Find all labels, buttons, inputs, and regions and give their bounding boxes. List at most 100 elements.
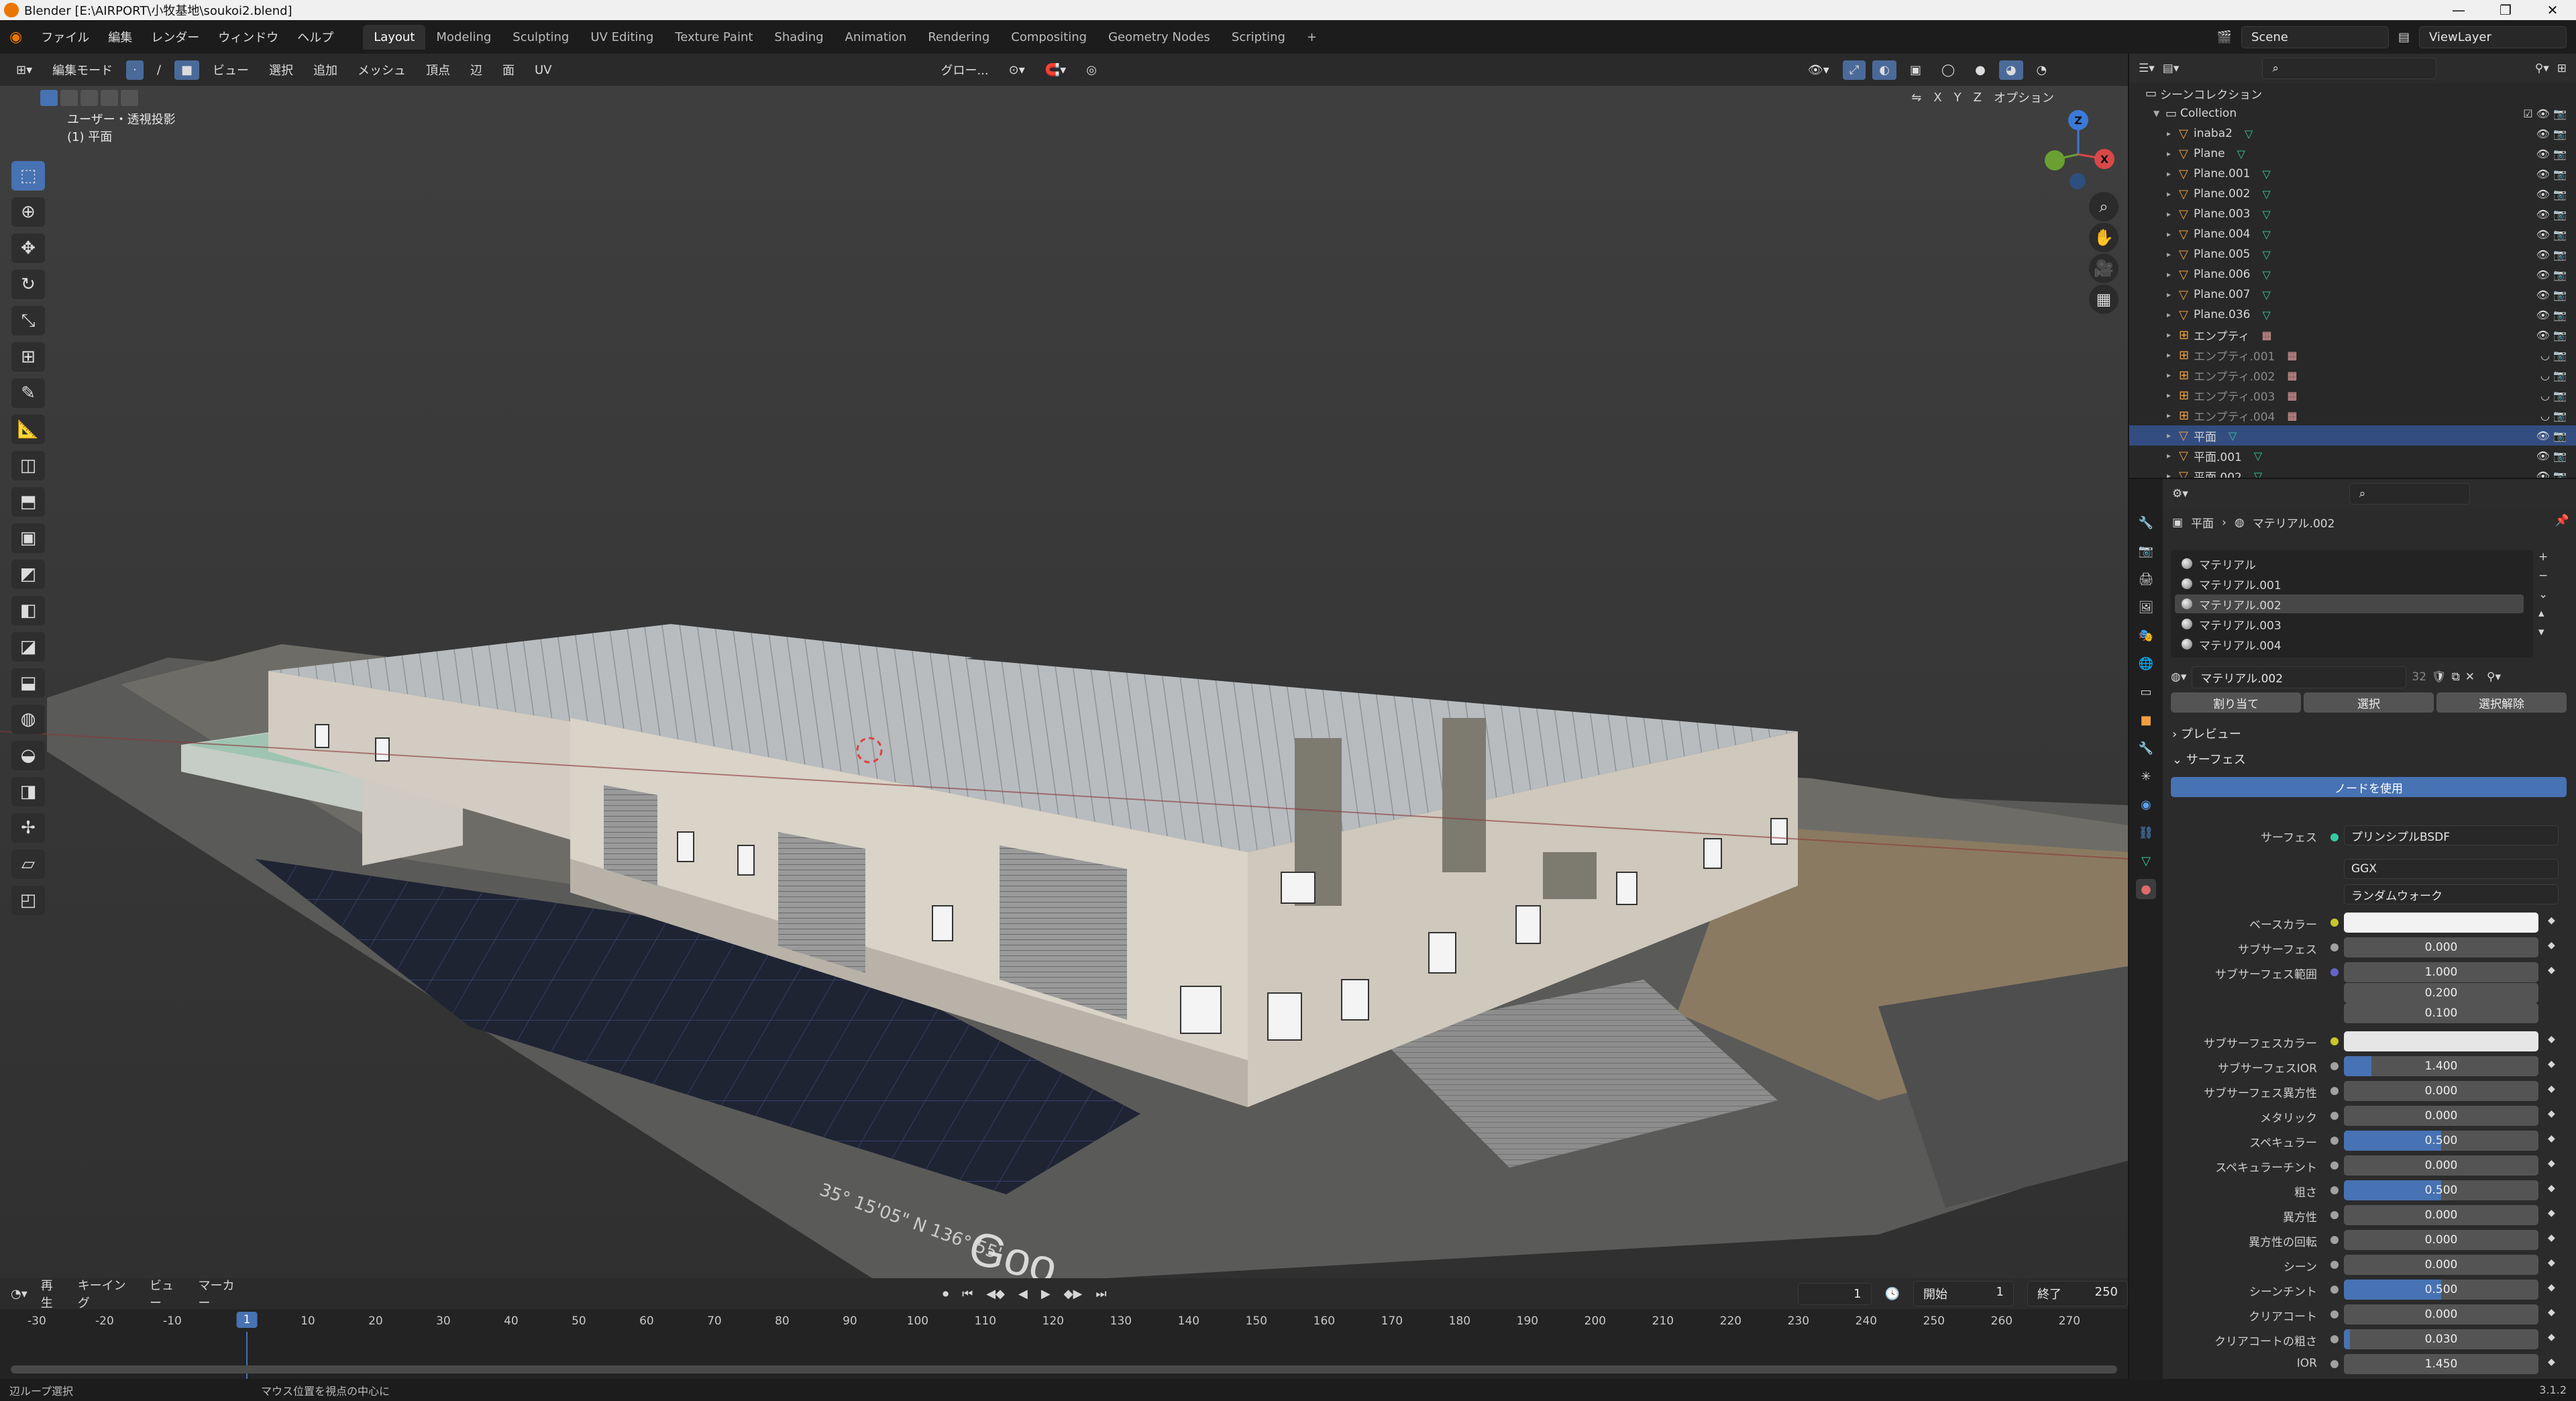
visibility-eye-icon[interactable]: 👁 📷 [2536,127,2567,140]
jump-start-icon[interactable]: ⏮ [962,1287,973,1301]
tab-modeling[interactable]: Modeling [425,25,502,50]
menu-playback[interactable]: 再生 [41,1276,64,1311]
collection-expand-icon[interactable]: ▼ [2153,109,2165,118]
add-slot-icon[interactable]: + [2538,550,2548,564]
current-frame-indicator[interactable]: 1 [236,1312,258,1328]
shader-value-field[interactable]: 0.000 [2344,1106,2538,1126]
outliner-item-row[interactable]: ▸ ⊞ エンプティ.004 ▦ ◡ 📷 [2129,405,2576,425]
select-extend-icon[interactable] [60,90,78,106]
mesh-data-icon[interactable]: ▽ [2262,248,2270,261]
shader-value-field[interactable]: 0.500 [2344,1180,2538,1200]
fake-user-icon[interactable]: 🛡 [2432,670,2447,684]
modifier-tab-icon[interactable]: 🔧 [2136,738,2156,758]
scale-tool-icon[interactable]: ⤡ [11,306,45,335]
shading-material-icon[interactable]: ◕ [1998,60,2023,80]
knife-tool-icon[interactable]: ◪ [11,632,45,662]
keyframe-icon[interactable]: ◆ [2548,940,2555,951]
shader-value-field[interactable]: 0.030 [2344,1329,2538,1349]
visibility-eye-icon[interactable]: 👁 📷 [2536,148,2567,160]
visibility-eye-icon[interactable]: 👁 📷 [2536,289,2567,301]
gizmo-neg-z-icon[interactable] [2070,173,2086,189]
display-mode-icon[interactable]: ▤▾ [2163,62,2180,75]
add-cube-tool-icon[interactable]: ◫ [11,451,45,480]
material-user-count[interactable]: 32 [2412,670,2426,684]
ortho-toggle-icon[interactable]: ▦ [2089,284,2118,314]
empty-data-icon[interactable]: ▦ [2287,389,2297,402]
tab-animation[interactable]: Animation [835,25,918,50]
keyframe-icon[interactable]: ◆ [2548,1059,2555,1070]
record-icon[interactable]: ⏺ [943,1287,949,1301]
tab-shading[interactable]: Shading [763,25,834,50]
mesh-data-icon[interactable]: ▽ [2229,429,2237,442]
input-socket-icon[interactable] [2330,1186,2339,1194]
outliner-item-row[interactable]: ▸ ▽ Plane.005 ▽ 👁 📷 [2129,244,2576,264]
expand-icon[interactable]: ▸ [2167,169,2179,178]
use-nodes-button[interactable]: ノードを使用 [2171,777,2567,797]
tab-sculpting[interactable]: Sculpting [502,25,580,50]
surface-panel-header[interactable]: ⌄ サーフェス [2172,750,2246,768]
input-socket-icon[interactable] [2330,1037,2339,1045]
expand-icon[interactable]: ▸ [2167,350,2179,360]
mesh-data-icon[interactable]: ▽ [2262,289,2270,301]
expand-icon[interactable]: ▸ [2167,129,2179,138]
slot-specials-icon[interactable]: ⌄ [2538,588,2548,601]
close-button[interactable]: ✕ [2529,2,2576,18]
input-socket-icon[interactable] [2330,1310,2339,1318]
material-slot-item[interactable]: マテリアル.001 [2175,574,2524,593]
shader-value-field[interactable]: 0.000 [2344,1155,2538,1176]
color-swatch-field[interactable] [2344,913,2538,933]
poly-build-tool-icon[interactable]: ⬓ [11,668,45,698]
snap-icon[interactable]: 🧲▾ [1038,60,1073,80]
keyframe-icon[interactable]: ◆ [2548,1332,2555,1343]
remove-slot-icon[interactable]: − [2538,569,2548,582]
menu-help[interactable]: ヘルプ [288,28,343,46]
timeline-ruler[interactable]: -30 -20 -10 10 20 30 40 50 60 70 80 90 100 110 120 130 1… [0,1309,2128,1379]
options-dropdown[interactable]: オプション [1994,89,2054,106]
gizmo-y-icon[interactable]: Y [2045,150,2065,170]
outliner-item-row[interactable]: ▸ ▽ inaba2 ▽ 👁 📷 [2129,123,2576,144]
input-socket-icon[interactable] [2330,1161,2339,1170]
edge-select-mode[interactable]: ∕ [150,60,168,80]
expand-icon[interactable]: ▸ [2167,431,2179,440]
frame-end-field[interactable]: 終了 250 [2027,1281,2128,1306]
outliner-item-row[interactable]: ▸ ▽ 平面.001 ▽ 👁 📷 [2129,446,2576,466]
input-socket-icon[interactable] [2330,1087,2339,1095]
menu-edit[interactable]: 編集 [99,28,142,46]
keyframe-icon[interactable]: ◆ [2548,1133,2555,1144]
mirror-z-toggle[interactable]: Z [1974,91,1982,105]
input-socket-icon[interactable] [2330,968,2339,976]
blender-menu-icon[interactable]: ◉ [0,29,32,46]
menu-keying[interactable]: キーイング [78,1276,136,1311]
visibility-eye-icon[interactable]: 👁 📷 [2536,248,2567,261]
expand-icon[interactable]: ▸ [2167,411,2179,420]
face-select-mode[interactable]: ■ [174,60,199,80]
gizmo-toggle-icon[interactable]: ⤢ [1842,60,1866,80]
menu-render[interactable]: レンダー [142,28,209,46]
keyframe-icon[interactable]: ◆ [2548,1307,2555,1318]
expand-icon[interactable]: ▸ [2167,189,2179,199]
input-socket-icon[interactable] [2330,1236,2339,1244]
keyframe-icon[interactable]: ◆ [2548,1108,2555,1119]
filter-icon[interactable]: ⚲▾ [2535,62,2549,75]
deselect-button[interactable]: 選択解除 [2436,692,2567,713]
view-layer-selector[interactable]: ViewLayer [2419,25,2567,48]
navigation-gizmo[interactable]: Z X Y [2039,107,2120,195]
minimize-button[interactable]: — [2435,2,2482,18]
shading-solid-icon[interactable]: ● [1968,60,1992,80]
outliner-item-row[interactable]: ▸ ▽ Plane.003 ▽ 👁 📷 [2129,204,2576,224]
data-tab-icon[interactable]: ▽ [2136,851,2156,871]
select-subtract-icon[interactable] [80,90,98,106]
color-swatch-field[interactable] [2344,1031,2538,1051]
keyframe-icon[interactable]: ◆ [2548,1084,2555,1094]
expand-icon[interactable]: ▸ [2167,391,2179,400]
outliner-item-row[interactable]: ▸ ⊞ エンプティ.001 ▦ ◡ 📷 [2129,345,2576,365]
select-difference-icon[interactable] [101,90,118,106]
input-socket-icon[interactable] [2330,943,2339,951]
play-reverse-icon[interactable]: ◀ [1018,1287,1028,1301]
edge-slide-tool-icon[interactable]: ◨ [11,777,45,807]
menu-window[interactable]: ウィンドウ [209,28,288,46]
annotate-tool-icon[interactable]: ✎ [11,378,45,408]
play-icon[interactable]: ▶ [1041,1287,1051,1301]
prev-keyframe-icon[interactable]: ◀◆ [986,1287,1005,1301]
expand-icon[interactable]: ▸ [2167,330,2179,340]
